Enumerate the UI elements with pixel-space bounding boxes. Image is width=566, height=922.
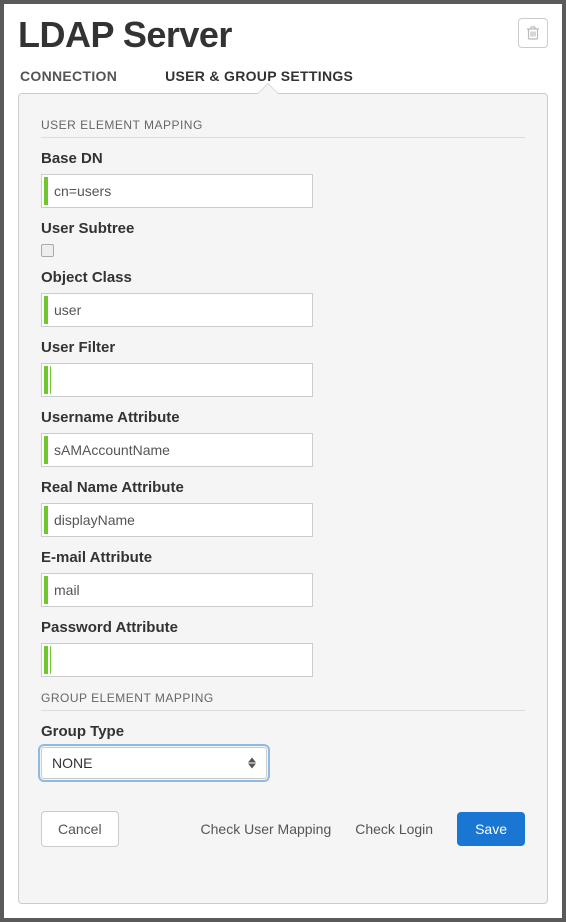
label-group-type: Group Type xyxy=(41,723,525,740)
label-base-dn: Base DN xyxy=(41,150,525,167)
check-user-mapping-button[interactable]: Check User Mapping xyxy=(201,821,332,837)
validity-bar xyxy=(44,177,48,205)
validity-bar xyxy=(44,296,48,324)
footer-actions: Cancel Check User Mapping Check Login Sa… xyxy=(41,811,525,847)
settings-panel: USER ELEMENT MAPPING Base DN User Subtre… xyxy=(18,93,548,904)
field-password-attribute: Password Attribute xyxy=(41,619,525,677)
delete-button[interactable] xyxy=(518,18,548,48)
input-wrap-email-attribute xyxy=(41,573,313,607)
label-username-attribute: Username Attribute xyxy=(41,409,525,426)
footer-right: Check User Mapping Check Login Save xyxy=(201,812,525,846)
checkbox-user-subtree[interactable] xyxy=(41,244,54,257)
input-real-name-attribute[interactable] xyxy=(54,504,306,536)
input-user-filter[interactable] xyxy=(54,364,306,396)
section-user-mapping: USER ELEMENT MAPPING xyxy=(41,118,525,138)
label-real-name-attribute: Real Name Attribute xyxy=(41,479,525,496)
validity-bar xyxy=(44,506,48,534)
label-user-filter: User Filter xyxy=(41,339,525,356)
validity-bar xyxy=(44,366,48,394)
label-user-subtree: User Subtree xyxy=(41,220,525,237)
input-wrap-base-dn xyxy=(41,174,313,208)
check-login-button[interactable]: Check Login xyxy=(355,821,433,837)
input-base-dn[interactable] xyxy=(54,175,306,207)
select-group-type[interactable]: NONE xyxy=(41,747,267,779)
page-title: LDAP Server xyxy=(18,14,232,56)
save-button[interactable]: Save xyxy=(457,812,525,846)
field-object-class: Object Class xyxy=(41,269,525,327)
field-user-filter: User Filter xyxy=(41,339,525,397)
input-wrap-object-class xyxy=(41,293,313,327)
panel-wrap: USER ELEMENT MAPPING Base DN User Subtre… xyxy=(18,93,548,904)
field-username-attribute: Username Attribute xyxy=(41,409,525,467)
checkbox-wrap xyxy=(41,244,525,257)
input-password-attribute[interactable] xyxy=(54,644,306,676)
validity-bar xyxy=(44,576,48,604)
input-email-attribute[interactable] xyxy=(54,574,306,606)
select-group-type-value: NONE xyxy=(52,755,92,771)
page-container: LDAP Server CONNECTION USER & GROUP SETT… xyxy=(4,4,562,918)
field-user-subtree: User Subtree xyxy=(41,220,525,257)
label-password-attribute: Password Attribute xyxy=(41,619,525,636)
tabs: CONNECTION USER & GROUP SETTINGS xyxy=(18,56,548,94)
trash-icon xyxy=(526,25,540,41)
label-object-class: Object Class xyxy=(41,269,525,286)
input-wrap-real-name-attribute xyxy=(41,503,313,537)
input-wrap-password-attribute xyxy=(41,643,313,677)
input-object-class[interactable] xyxy=(54,294,306,326)
field-email-attribute: E-mail Attribute xyxy=(41,549,525,607)
header-row: LDAP Server xyxy=(18,14,548,56)
field-base-dn: Base DN xyxy=(41,150,525,208)
select-arrows-icon xyxy=(248,758,256,769)
validity-bar xyxy=(44,646,48,674)
cancel-button[interactable]: Cancel xyxy=(41,811,119,847)
input-wrap-user-filter xyxy=(41,363,313,397)
label-email-attribute: E-mail Attribute xyxy=(41,549,525,566)
validity-bar xyxy=(44,436,48,464)
input-wrap-username-attribute xyxy=(41,433,313,467)
section-group-mapping: GROUP ELEMENT MAPPING xyxy=(41,691,525,711)
input-username-attribute[interactable] xyxy=(54,434,306,466)
field-real-name-attribute: Real Name Attribute xyxy=(41,479,525,537)
field-group-type: Group Type NONE xyxy=(41,723,525,779)
tab-connection[interactable]: CONNECTION xyxy=(20,68,117,94)
tab-caret xyxy=(257,83,279,94)
